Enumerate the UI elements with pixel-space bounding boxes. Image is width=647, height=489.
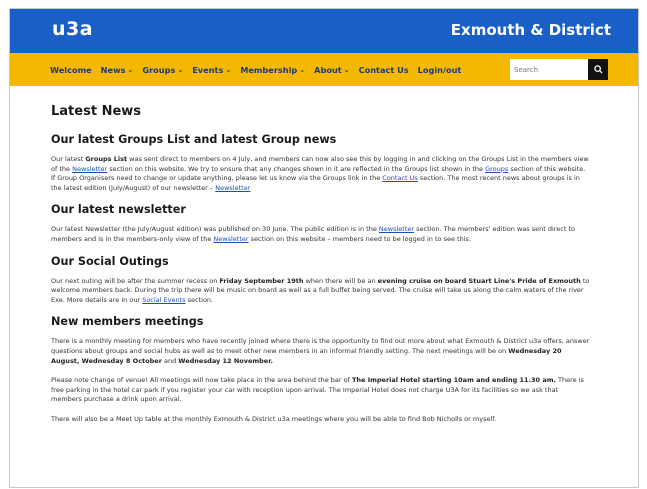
meeting-date: Wednesday 12 November. [178,356,273,365]
nav-item-label: Groups [142,64,176,75]
social-outings-heading: Our Social Outings [51,254,169,268]
newsletter-heading: Our latest newsletter [51,203,186,217]
venue-paragraph: Please note change of venue! All meeting… [51,376,590,405]
nav-item-label: Welcome [50,64,92,75]
chevron-down-icon: ⌄ [343,65,350,74]
nav-item-welcome[interactable]: Welcome [50,65,92,75]
nav-bar: Welcome News ⌄ Groups ⌄ Events ⌄ Membership… [10,53,638,86]
nav-item-membership[interactable]: Membership ⌄ [240,65,305,75]
groups-list-bold: Groups List [85,155,128,163]
chevron-down-icon: ⌄ [177,65,184,74]
text: when there will be an [303,276,378,285]
text: section. [185,295,214,304]
chevron-down-icon: ⌄ [127,65,134,74]
nav-item-contact-us[interactable]: Contact Us [359,65,409,75]
page-title: Latest News [51,104,142,119]
text: Our latest Newsletter (the July/August e… [51,225,379,234]
new-members-paragraph: There is a monthly meeting for members w… [51,337,590,366]
chevron-down-icon: ⌄ [225,65,232,74]
social-outings-paragraph: Our next outing will be after the summer… [51,277,590,306]
site-header: u3a Exmouth & District [10,9,638,53]
main-content: Latest News Our latest Groups List and l… [10,86,638,425]
nav-item-events[interactable]: Events ⌄ [192,65,231,75]
site-title[interactable]: Exmouth & District [451,21,611,39]
groups-news-paragraph: Our latest Groups List was sent direct t… [51,155,590,193]
main-nav: Welcome News ⌄ Groups ⌄ Events ⌄ Membership… [50,53,470,86]
nav-item-label: About [314,64,342,75]
text: Please note change of venue! All meeting… [51,376,352,385]
contact-us-link[interactable]: Contact Us [382,174,418,182]
meet-up-paragraph: There will also be a Meet Up table at th… [51,414,497,423]
newsletter-paragraph: Our latest Newsletter (the July/August e… [51,225,590,244]
newsletter-link[interactable]: Newsletter [213,235,248,243]
nav-item-news[interactable]: News ⌄ [101,65,134,75]
new-members-heading: New members meetings [51,315,204,329]
outing-name: evening cruise on board Stuart Line's Pr… [377,276,581,285]
text: section on this website. We try to ensur… [107,164,486,173]
search-button[interactable] [588,59,608,80]
nav-item-label: News [100,64,126,75]
nav-item-label: Login/out [417,64,462,75]
search-icon [593,65,603,74]
nav-item-groups[interactable]: Groups ⌄ [142,65,183,75]
text: and [161,356,179,365]
venue-bold: The Imperial Hotel starting 10am and end… [351,376,556,385]
search-box [510,59,608,80]
text: Our next outing will be after the summer… [51,276,220,285]
nav-item-label: Events [192,64,224,75]
groups-link[interactable]: Groups [485,165,508,173]
nav-item-label: Membership [240,64,298,75]
u3a-logo[interactable]: u3a [52,18,93,40]
outing-date: Friday September 19th [219,276,304,285]
nav-item-login-out[interactable]: Login/out [418,65,462,75]
newsletter-link[interactable]: Newsletter [379,225,414,233]
nav-item-label: Contact Us [358,64,409,75]
chevron-down-icon: ⌄ [299,65,306,74]
browser-viewport: u3a Exmouth & District Welcome News ⌄ Gro… [9,8,639,488]
social-events-link[interactable]: Social Events [142,296,185,304]
text: Our latest [51,155,86,163]
groups-news-heading: Our latest Groups List and latest Group … [51,133,337,146]
search-input[interactable] [510,59,588,80]
newsletter-link[interactable]: Newsletter [72,165,107,173]
newsletter-link[interactable]: Newsletter [215,184,250,192]
text: section on this website – members need t… [248,234,471,243]
nav-item-about[interactable]: About ⌄ [314,65,349,75]
